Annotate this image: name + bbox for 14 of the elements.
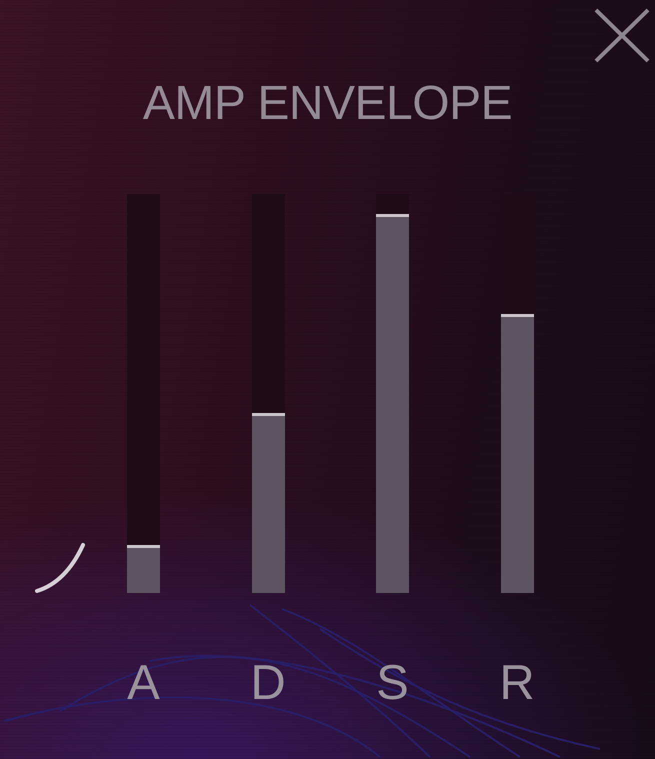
slider-track[interactable]	[500, 194, 534, 593]
slider-label: A	[127, 659, 160, 708]
slider-fill[interactable]	[252, 413, 284, 593]
slider-fill[interactable]	[500, 314, 534, 593]
close-icon	[593, 7, 651, 64]
close-button[interactable]	[593, 7, 651, 64]
slider-label: R	[499, 659, 535, 708]
slider-track[interactable]	[127, 194, 160, 593]
curve-icon	[34, 542, 86, 594]
slider-track[interactable]	[252, 194, 284, 593]
slider-label: D	[250, 659, 286, 708]
panel-title: AMP ENVELOPE	[142, 80, 512, 128]
slider-label: S	[376, 659, 409, 708]
slider-fill[interactable]	[127, 545, 160, 593]
